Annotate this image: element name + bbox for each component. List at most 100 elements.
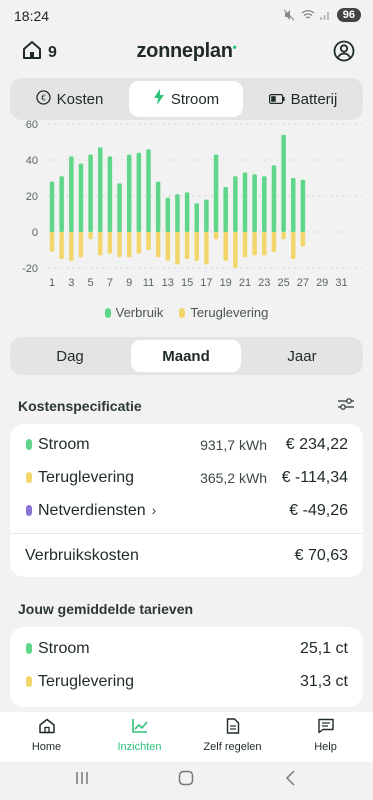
tab-jaar[interactable]: Jaar [247, 340, 357, 372]
tab-batterij-label: Batterij [290, 90, 338, 108]
bar-verbruik [213, 154, 219, 232]
teruglevering-dot [26, 472, 32, 483]
nav-inzichten[interactable]: Inzichten [93, 718, 186, 753]
tarief-row-teruglevering: Teruglevering 31,3 ct [10, 665, 363, 698]
y-tick-label: -20 [22, 263, 38, 275]
bottom-nav: Home Inzichten Zelf regelen Help [0, 712, 373, 762]
bar-verbruik [98, 147, 103, 232]
kosten-row-netverdiensten[interactable]: Netverdiensten › € -49,26 [10, 494, 363, 527]
kosten-row-teruglevering: Teruglevering 365,2 kWh € -114,34 [10, 461, 363, 494]
home-system-icon[interactable] [178, 770, 194, 791]
bar-teruglevering [98, 232, 103, 256]
bar-teruglevering [233, 232, 238, 268]
bar-chart: 6040200-201 3 5 7 9 11 13 15 17 19 21 23 25 27 29 31 [22, 120, 362, 289]
filter-icon[interactable] [337, 397, 355, 416]
tab-stroom[interactable]: Stroom [129, 81, 243, 117]
profile-button[interactable] [333, 40, 355, 67]
lightning-icon [153, 89, 165, 109]
bar-verbruik [291, 178, 296, 232]
bar-verbruik [146, 149, 151, 232]
status-icons: 96 [283, 8, 361, 22]
bar-teruglevering [175, 232, 180, 265]
nav-help-label: Help [314, 741, 337, 753]
kosten-row-total: Verbruikskosten € 70,63 [10, 539, 363, 572]
kosten-row-amount: € -49,26 [289, 501, 348, 519]
tab-stroom-label: Stroom [170, 90, 220, 108]
x-tick-label: 9 [126, 277, 132, 289]
tarieven-card: Stroom 25,1 ct Teruglevering 31,3 ct [10, 627, 363, 707]
total-amount: € 70,63 [294, 546, 348, 564]
bar-teruglevering [59, 232, 64, 259]
bar-verbruik [194, 203, 199, 232]
bar-verbruik [281, 134, 286, 232]
x-tick-label: 7 [107, 277, 113, 289]
tab-dag[interactable]: Dag [15, 340, 125, 372]
status-time: 18:24 [14, 8, 50, 24]
x-tick-label: 1 [49, 277, 55, 289]
tarief-row-label: Teruglevering [38, 672, 135, 690]
bar-teruglevering [107, 232, 113, 254]
stroom-dot [26, 439, 32, 450]
bar-verbruik [300, 179, 306, 232]
bar-teruglevering [281, 232, 286, 240]
bar-verbruik [175, 194, 180, 232]
tab-kosten-label: Kosten [56, 90, 104, 108]
bar-verbruik [88, 154, 93, 232]
status-bar: 18:24 96 [0, 0, 373, 34]
euro-icon: € [35, 89, 51, 109]
x-tick-label: 3 [68, 277, 74, 289]
bar-verbruik [184, 192, 190, 232]
chart-icon [131, 718, 149, 737]
bar-teruglevering [78, 232, 84, 258]
bar-teruglevering [184, 232, 190, 259]
nav-zelf-regelen-label: Zelf regelen [203, 741, 262, 753]
bar-verbruik [78, 163, 84, 232]
legend-teruglevering[interactable]: Teruglevering [179, 305, 268, 320]
x-tick-label: 29 [316, 277, 328, 289]
recent-apps-icon[interactable] [74, 770, 90, 791]
bar-teruglevering [194, 232, 199, 261]
bar-teruglevering [146, 232, 151, 250]
total-label: Verbruikskosten [25, 546, 139, 564]
netverdiensten-dot [26, 505, 32, 516]
battery-indicator: 96 [336, 8, 361, 22]
bar-verbruik [107, 156, 113, 232]
legend-label-verbruik: Verbruik [115, 305, 164, 320]
bar-teruglevering [69, 232, 74, 261]
battery-icon [268, 91, 285, 108]
bar-verbruik [252, 174, 257, 232]
nav-home[interactable]: Home [0, 718, 93, 753]
y-tick-label: 40 [26, 155, 38, 167]
tab-maand[interactable]: Maand [131, 340, 241, 372]
y-tick-label: 20 [26, 191, 38, 203]
tab-batterij[interactable]: Batterij [246, 81, 360, 117]
x-tick-label: 11 [143, 277, 154, 289]
legend-dot-verbruik [104, 307, 111, 318]
energy-chart: 60 40 20 0 -20 1 3 5 7 9 11 13 15 17 19 21 23 25 27 29 31 [0, 120, 373, 295]
kosten-row-label: Netverdiensten › [38, 501, 157, 519]
zonneplan-logo: zonneplan• [136, 40, 237, 62]
bar-verbruik [262, 176, 267, 232]
bar-teruglevering [291, 232, 296, 259]
bar-teruglevering [155, 232, 161, 258]
bar-teruglevering [88, 232, 93, 240]
nav-home-label: Home [31, 741, 62, 753]
svg-text:€: € [41, 92, 46, 102]
kosten-row-amount: € -114,34 [281, 468, 348, 486]
x-tick-label: 5 [88, 277, 94, 289]
tarief-row-stroom: Stroom 25,1 ct [10, 632, 363, 665]
x-tick-label: 13 [162, 277, 174, 289]
kosten-row-stroom: Stroom 931,7 kWh € 234,22 [10, 428, 363, 461]
period-tabs: Dag Maand Jaar [10, 337, 363, 375]
tab-kosten[interactable]: € Kosten [13, 81, 126, 117]
legend-verbruik[interactable]: Verbruik [104, 305, 164, 320]
back-icon[interactable] [284, 770, 296, 791]
nav-help[interactable]: Help [279, 718, 372, 753]
chart-legend: Verbruik Teruglevering [0, 305, 373, 320]
wifi-icon [301, 9, 315, 21]
bar-teruglevering [204, 232, 209, 265]
bar-teruglevering [262, 232, 267, 256]
kosten-section-title: Kostenspecificatie [18, 398, 142, 414]
x-tick-label: 25 [277, 277, 289, 289]
nav-zelf-regelen[interactable]: Zelf regelen [186, 718, 279, 753]
